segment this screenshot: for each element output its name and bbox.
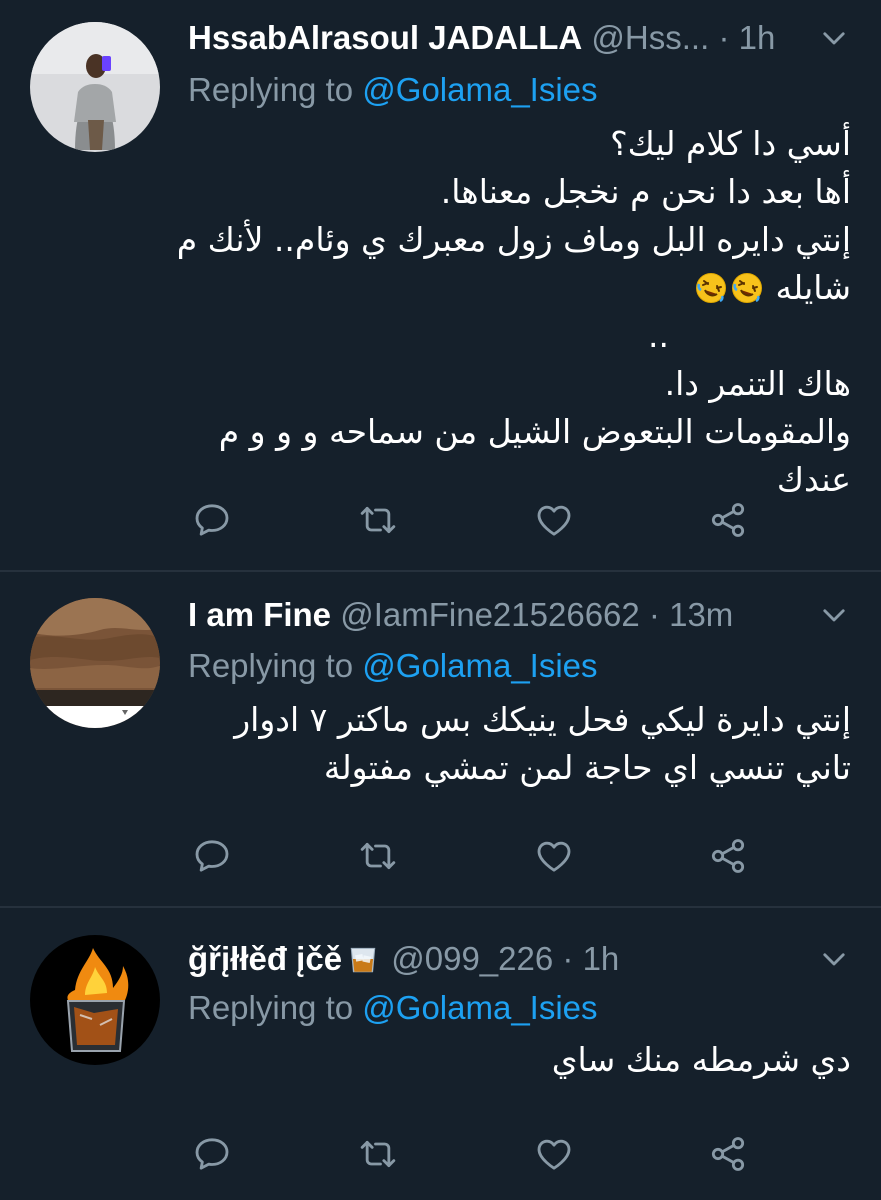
separator-dot: · bbox=[648, 596, 660, 633]
tweet-2[interactable]: I am Fine @IamFine21526662 · 13m Replyin… bbox=[0, 572, 881, 908]
text-line: أها بعد دا نحن م نخجل معناها. bbox=[440, 172, 851, 211]
timestamp[interactable]: 1h bbox=[739, 19, 776, 56]
text-line: إنتي دايره البل وماف زول معبرك ي وئام.. … bbox=[176, 220, 851, 259]
like-icon[interactable] bbox=[534, 836, 574, 876]
replying-to: Replying to @Golama_Isies bbox=[188, 986, 598, 1030]
tweet-actions bbox=[188, 500, 788, 540]
mention-link[interactable]: @Golama_Isies bbox=[362, 989, 597, 1026]
tweet-actions bbox=[188, 836, 788, 876]
display-name[interactable]: HssabAlrasoul JADALLA bbox=[188, 19, 582, 56]
avatar-image bbox=[30, 598, 160, 728]
user-handle[interactable]: @IamFine21526662 bbox=[340, 596, 640, 633]
share-icon[interactable] bbox=[708, 836, 748, 876]
tweet-text: دي شرمطه منك ساي bbox=[188, 1036, 851, 1084]
retweet-icon[interactable] bbox=[358, 500, 398, 540]
reply-icon[interactable] bbox=[192, 500, 232, 540]
laughing-emoji-icon bbox=[695, 272, 727, 304]
reply-icon[interactable] bbox=[192, 1134, 232, 1174]
like-icon[interactable] bbox=[534, 1134, 574, 1174]
replying-to: Replying to @Golama_Isies bbox=[188, 644, 598, 688]
avatar[interactable] bbox=[30, 598, 160, 728]
tumbler-glass-icon bbox=[346, 942, 380, 976]
text-line-with-emoji: شايله bbox=[188, 264, 851, 312]
replying-to: Replying to @Golama_Isies bbox=[188, 68, 598, 112]
separator-dot: · bbox=[562, 940, 574, 977]
tweet-text: أسي دا كلام ليك؟ أها بعد دا نحن م نخجل م… bbox=[176, 120, 851, 504]
share-icon[interactable] bbox=[708, 500, 748, 540]
text-line: عندك bbox=[776, 460, 851, 499]
replying-prefix: Replying to bbox=[188, 71, 354, 108]
text-line: تاني تنسي اي حاجة لمن تمشي مفتولة bbox=[323, 748, 851, 787]
separator-dot: · bbox=[718, 19, 730, 56]
avatar[interactable] bbox=[30, 22, 160, 152]
tweet-actions bbox=[188, 1134, 788, 1174]
avatar-image bbox=[30, 935, 160, 1065]
display-name[interactable]: I am Fine bbox=[188, 596, 331, 633]
text-line: دي شرمطه منك ساي bbox=[551, 1040, 851, 1079]
retweet-icon[interactable] bbox=[358, 836, 398, 876]
laughing-emoji-icon bbox=[731, 272, 763, 304]
text-line: أسي دا كلام ليك؟ bbox=[610, 124, 851, 163]
tweet-1[interactable]: HssabAlrasoul JADALLA @Hss... · 1h Reply… bbox=[0, 0, 881, 572]
chevron-down-icon[interactable] bbox=[817, 942, 851, 976]
user-handle[interactable]: @099_226 bbox=[391, 940, 553, 977]
replying-prefix: Replying to bbox=[188, 989, 354, 1026]
mention-link[interactable]: @Golama_Isies bbox=[362, 647, 597, 684]
text-fragment: شايله bbox=[775, 268, 851, 307]
avatar-image bbox=[30, 22, 160, 152]
retweet-icon[interactable] bbox=[358, 1134, 398, 1174]
timestamp[interactable]: 13m bbox=[669, 596, 733, 633]
avatar[interactable] bbox=[30, 935, 160, 1065]
text-line: .. bbox=[648, 316, 669, 355]
text-line: إنتي دايرة ليكي فحل ينيكك بس ماكتر ٧ ادو… bbox=[234, 700, 851, 739]
text-line: والمقومات البتعوض الشيل من سماحه و و و م bbox=[218, 412, 851, 451]
timestamp[interactable]: 1h bbox=[583, 940, 620, 977]
chevron-down-icon[interactable] bbox=[817, 598, 851, 632]
tweet-header: I am Fine @IamFine21526662 · 13m bbox=[188, 592, 851, 638]
mention-link[interactable]: @Golama_Isies bbox=[362, 71, 597, 108]
like-icon[interactable] bbox=[534, 500, 574, 540]
display-name[interactable]: ğřįłłěđ įčě bbox=[188, 940, 342, 977]
share-icon[interactable] bbox=[708, 1134, 748, 1174]
chevron-down-icon[interactable] bbox=[817, 21, 851, 55]
tweet-header: HssabAlrasoul JADALLA @Hss... · 1h bbox=[188, 15, 851, 61]
text-line: هاك التنمر دا. bbox=[664, 364, 851, 403]
user-handle[interactable]: @Hss... bbox=[591, 19, 709, 56]
replying-prefix: Replying to bbox=[188, 647, 354, 684]
tweet-text: إنتي دايرة ليكي فحل ينيكك بس ماكتر ٧ ادو… bbox=[188, 696, 851, 792]
reply-icon[interactable] bbox=[192, 836, 232, 876]
tweet-3[interactable]: ğřįłłěđ įčě @099_226 · 1h Replying to @G… bbox=[0, 908, 881, 1200]
tweet-header: ğřįłłěđ įčě @099_226 · 1h bbox=[188, 936, 851, 982]
reply-thread: HssabAlrasoul JADALLA @Hss... · 1h Reply… bbox=[0, 0, 881, 1200]
